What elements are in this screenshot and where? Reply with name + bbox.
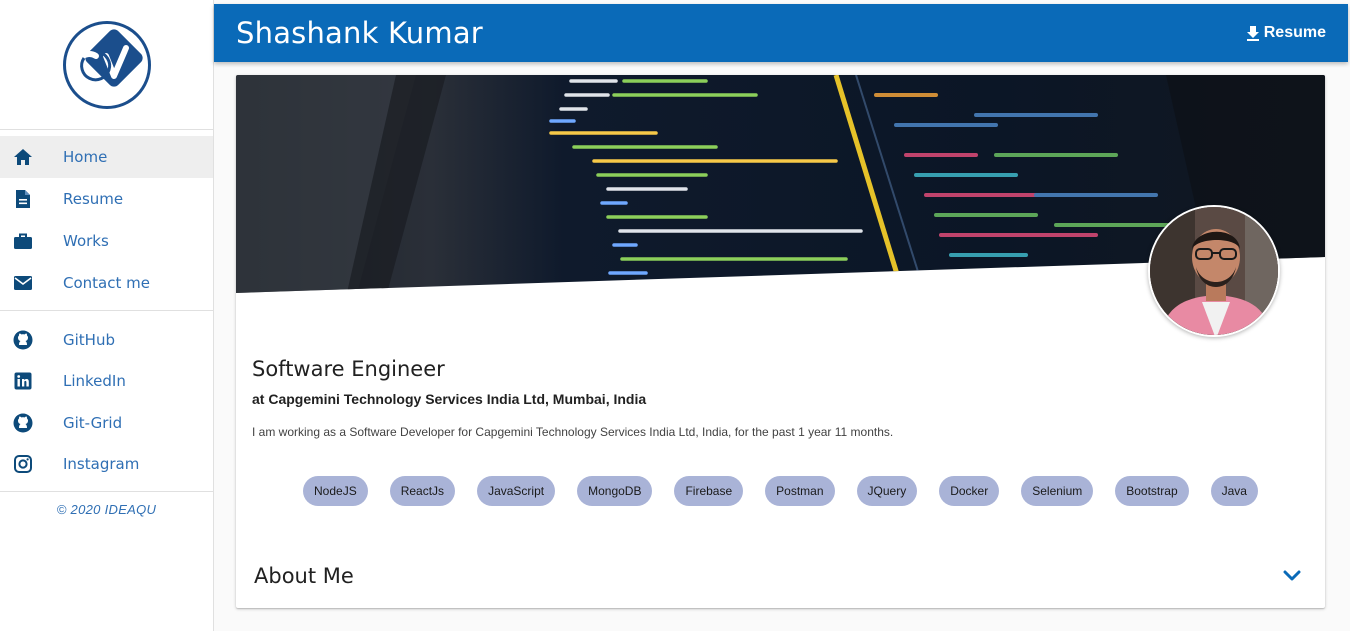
copyright-text: © 2020 IDEAQU [56,502,157,517]
nav-item-label: Works [63,232,109,250]
footer-divider [0,491,213,492]
about-me-expander[interactable]: About Me [236,545,1325,607]
nav-item-label: LinkedIn [63,372,126,391]
social-nav: GitHub LinkedIn Git-Grid Instagram [0,311,213,491]
page-title: Shashank Kumar [236,16,483,50]
skill-chip[interactable]: MongoDB [577,476,653,506]
primary-nav: Home Resume Works Contact me [0,130,213,310]
mail-icon [12,272,34,294]
company-name: at Capgemini Technology Services India L… [252,391,647,407]
cv-logo-icon [73,28,143,87]
nav-item-works[interactable]: Works [0,220,213,262]
nav-item-label: Contact me [63,274,150,292]
nav-item-contact[interactable]: Contact me [0,262,213,304]
skill-chip[interactable]: Java [1210,476,1258,506]
download-resume-button[interactable]: Resume [1246,24,1326,42]
instagram-icon [12,453,34,475]
nav-item-home[interactable]: Home [0,136,213,178]
cv-logo[interactable] [62,20,151,109]
profile-avatar [1148,205,1280,337]
nav-item-resume[interactable]: Resume [0,178,213,220]
skill-chip[interactable]: JavaScript [477,476,556,506]
nav-item-label: Home [63,148,108,166]
skill-chip[interactable]: Bootstrap [1115,476,1189,506]
nav-item-label: GitHub [63,330,115,349]
logo-container [0,0,213,130]
briefcase-icon [12,230,34,252]
chevron-down-icon [1283,570,1301,581]
nav-item-label: Instagram [63,455,140,474]
job-title: Software Engineer [252,357,445,381]
skill-chip[interactable]: Selenium [1021,476,1094,506]
nav-item-linkedin[interactable]: LinkedIn [0,361,213,403]
skill-chip[interactable]: Firebase [674,476,744,506]
skill-chip[interactable]: NodeJS [303,476,368,506]
nav-item-instagram[interactable]: Instagram [0,444,213,486]
skill-chip[interactable]: ReactJs [389,476,456,506]
about-me-label: About Me [254,564,354,588]
sidebar: Home Resume Works Contact me GitHub Link… [0,0,214,631]
profile-card: Software Engineer at Capgemini Technolog… [236,75,1325,608]
profile-photo [1150,207,1278,335]
skills-chip-list: NodeJS ReactJs JavaScript MongoDB Fireba… [236,476,1325,506]
nav-item-label: Resume [63,190,124,208]
home-icon [12,146,34,168]
skill-chip[interactable]: JQuery [856,476,918,506]
linkedin-icon [12,370,34,392]
nav-item-label: Git-Grid [63,413,123,432]
job-description: I am working as a Software Developer for… [252,425,894,439]
nav-item-github[interactable]: GitHub [0,319,213,361]
document-icon [12,188,34,210]
github-icon [12,412,34,434]
app-bar: Shashank Kumar Resume [214,4,1348,62]
github-icon [12,329,34,351]
nav-item-git-grid[interactable]: Git-Grid [0,402,213,444]
download-icon [1246,26,1259,41]
download-resume-label: Resume [1263,24,1326,41]
skill-chip[interactable]: Docker [939,476,1000,506]
skill-chip[interactable]: Postman [765,476,835,506]
